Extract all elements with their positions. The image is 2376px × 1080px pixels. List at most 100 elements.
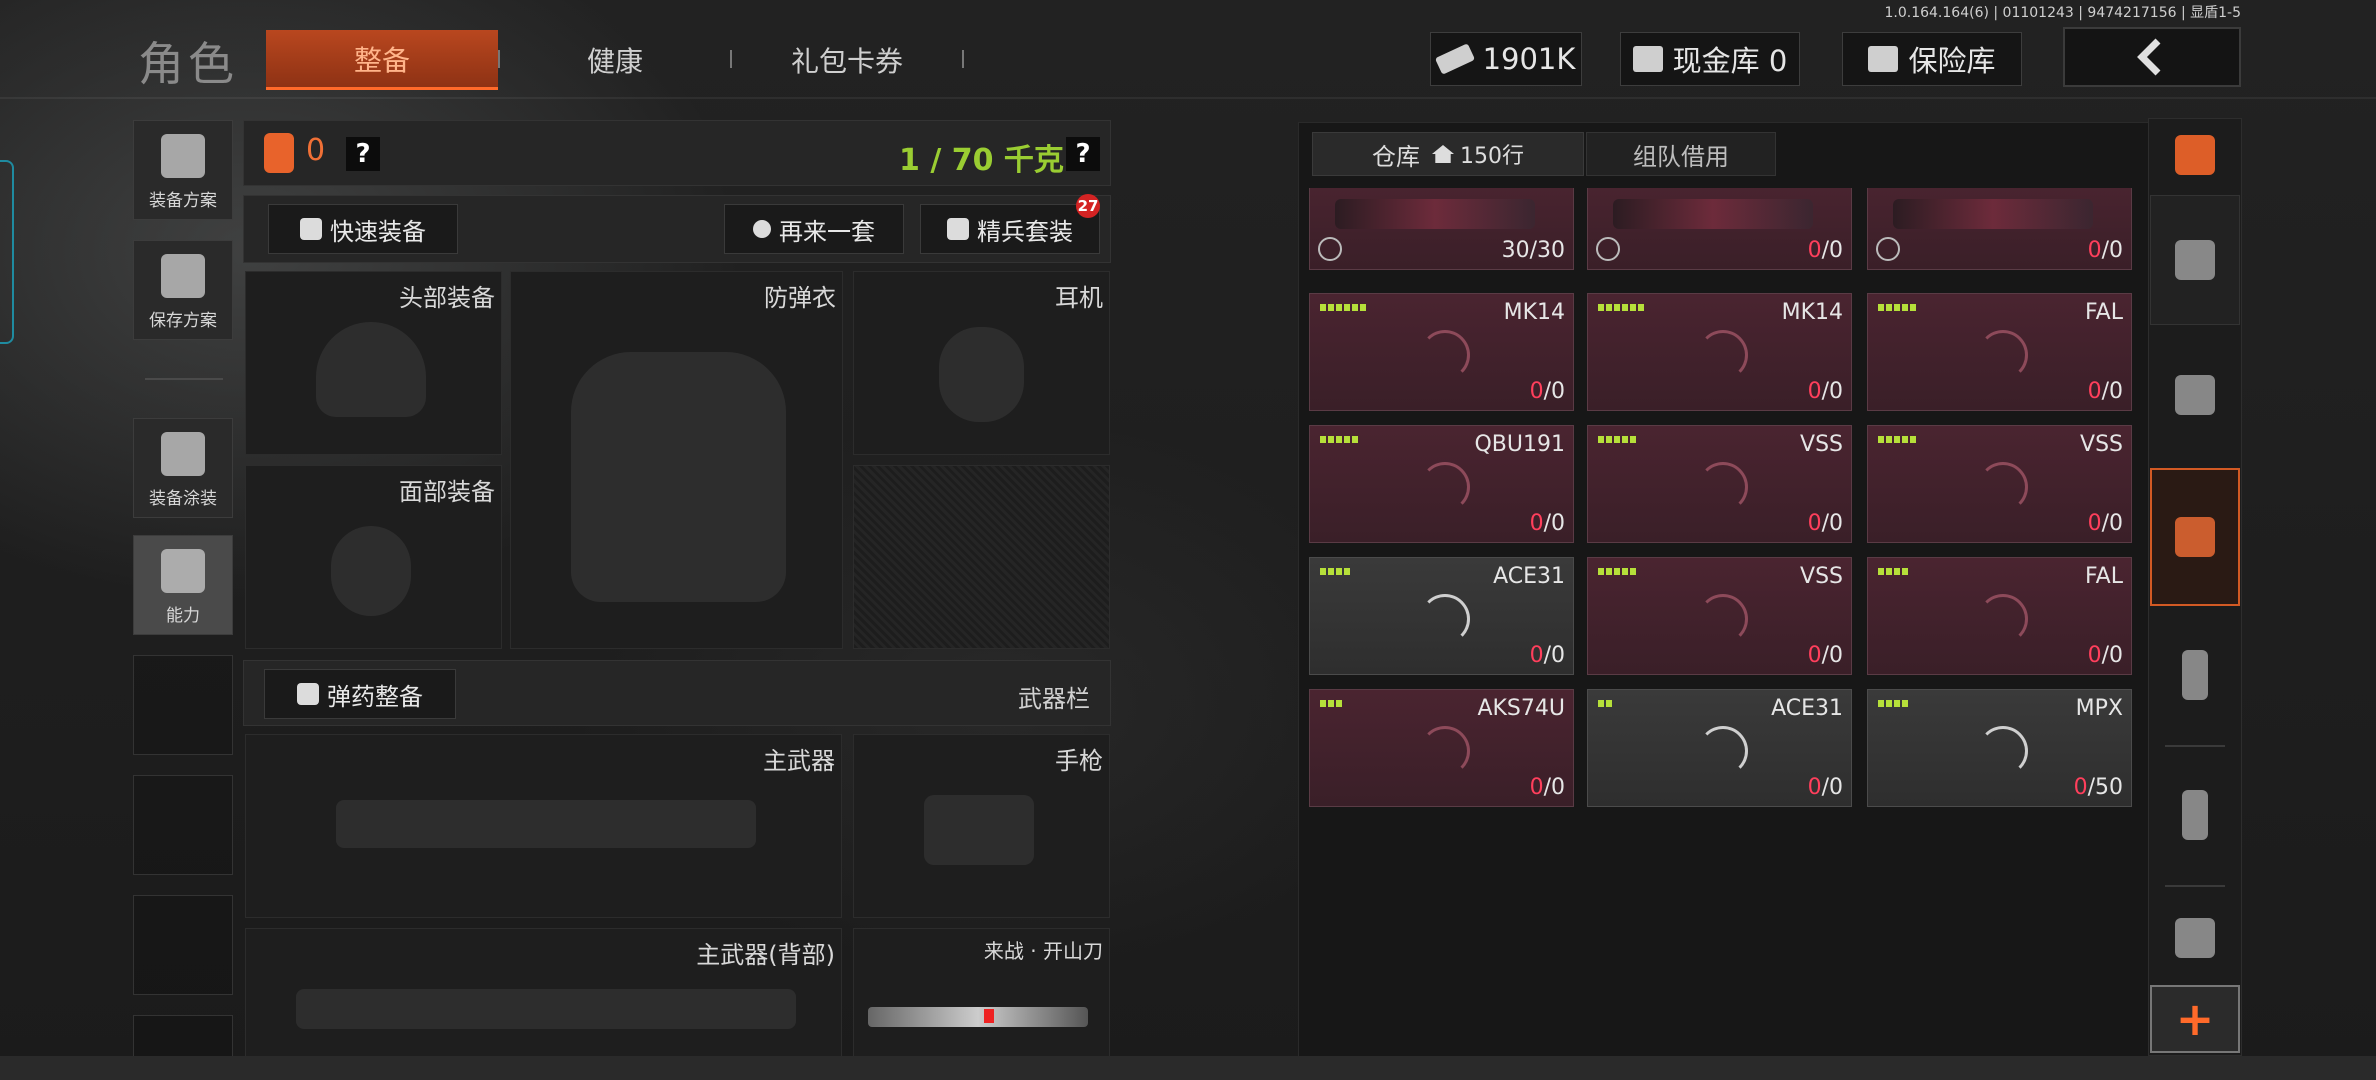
weapon-card[interactable]: AKS74U 0/0 <box>1309 689 1574 807</box>
weapon-card[interactable]: ACE31 0/0 <box>1587 689 1852 807</box>
weapon-card[interactable]: MK14 0/0 <box>1309 293 1574 411</box>
safe-vault-button[interactable]: 保险库 <box>1842 32 2022 86</box>
category-rifle[interactable] <box>2150 468 2240 606</box>
ammo-count-current: 0 <box>1529 775 1544 800</box>
weapon-card[interactable]: MPX 0/50 <box>1867 689 2132 807</box>
elite-set-badge: 27 <box>1076 194 1100 218</box>
quality-bar <box>1894 436 1900 443</box>
quality-bars <box>1598 700 1612 707</box>
weapon-card[interactable]: MK14 0/0 <box>1587 293 1852 411</box>
weapon-card[interactable]: VSS 0/0 <box>1587 425 1852 543</box>
quality-bar <box>1598 436 1604 443</box>
quality-bar <box>1886 304 1892 311</box>
category-home[interactable] <box>2150 195 2240 325</box>
another-set-button[interactable]: 再来一套 <box>724 204 904 254</box>
save-plan-button[interactable]: 保存方案 <box>133 240 233 340</box>
weapon-name: VSS <box>2080 432 2123 457</box>
quality-bar <box>1598 304 1604 311</box>
armor-slot[interactable]: 防弹衣 <box>510 271 843 649</box>
quality-bars <box>1320 436 1358 443</box>
loadout-plan-button[interactable]: 装备方案 <box>133 120 233 220</box>
category-bullet[interactable] <box>2150 750 2240 880</box>
category-stack-refresh[interactable] <box>2150 100 2240 210</box>
category-magazine[interactable] <box>2150 610 2240 740</box>
loading-spinner-icon <box>1420 330 1470 380</box>
quality-bar <box>1598 700 1604 707</box>
back-button[interactable] <box>2063 27 2241 87</box>
tab-health[interactable]: 健康 <box>500 30 730 90</box>
equipment-paint-button[interactable]: 装备涂装 <box>133 418 233 518</box>
quality-bar <box>1328 700 1334 707</box>
another-set-label: 再来一套 <box>779 217 875 246</box>
tab-team-borrow[interactable]: 组队借用 <box>1586 132 1776 176</box>
head-gear-slot[interactable]: 头部装备 <box>245 271 502 455</box>
face-gear-slot[interactable]: 面部装备 <box>245 465 502 649</box>
quality-bar <box>1638 304 1644 311</box>
currency-display[interactable]: 1901K <box>1430 32 1582 86</box>
primary-weapon-slot[interactable]: 主武器 <box>245 734 842 918</box>
help-button[interactable]: ? <box>346 137 380 171</box>
quality-bar <box>1320 304 1326 311</box>
weapon-card[interactable]: 0/0 <box>1587 188 1852 270</box>
pistol-icon <box>924 795 1034 865</box>
weight-help-button[interactable]: ? <box>1066 137 1100 171</box>
face-gear-label: 面部装备 <box>399 478 495 506</box>
ammo-count-capacity: /0 <box>1821 511 1843 536</box>
quality-bar <box>1902 568 1908 575</box>
weapon-name: MPX <box>2075 696 2123 721</box>
earphone-slot[interactable]: 耳机 <box>853 271 1110 455</box>
helmet-paint-icon <box>161 432 205 476</box>
empty-rail-slot[interactable] <box>133 895 233 995</box>
quality-bars <box>1598 568 1636 575</box>
page-title: 角色 <box>138 37 238 91</box>
primary-back-weapon-slot[interactable]: 主武器(背部) <box>245 928 842 1058</box>
melee-slot[interactable]: 来战 · 开山刀 <box>853 928 1110 1058</box>
ammo-count-current: 0 <box>1807 643 1822 668</box>
ammo-count-capacity: /0 <box>2101 511 2123 536</box>
category-helmet[interactable] <box>2150 330 2240 460</box>
header-divider <box>0 97 2376 99</box>
ammo-count-current: 0 <box>2073 775 2088 800</box>
ammo-count-capacity: /0 <box>1543 511 1565 536</box>
locked-slot <box>853 465 1110 649</box>
weapon-card[interactable]: FAL 0/0 <box>1867 557 2132 675</box>
weapon-card[interactable]: VSS 0/0 <box>1587 557 1852 675</box>
quality-bar <box>1328 304 1334 311</box>
quality-bars <box>1320 568 1350 575</box>
elite-set-button[interactable]: 精兵套装 <box>920 204 1100 254</box>
category-divider <box>2165 885 2225 887</box>
quality-bar <box>1630 304 1636 311</box>
empty-rail-slot[interactable] <box>133 1015 233 1060</box>
loading-spinner-icon <box>1698 462 1748 512</box>
weight-text: 1 / 70 千克 <box>899 143 1064 178</box>
ammo-count: 0/0 <box>1808 238 1843 263</box>
quality-bar <box>1598 568 1604 575</box>
quick-equip-button[interactable]: 快速装备 <box>268 204 458 254</box>
empty-rail-slot[interactable] <box>133 775 233 875</box>
category-scope[interactable] <box>2150 890 2240 985</box>
pistol-slot[interactable]: 手枪 <box>853 734 1110 918</box>
weapon-card[interactable]: QBU191 0/0 <box>1309 425 1574 543</box>
add-category-button[interactable]: + <box>2150 985 2240 1053</box>
quality-bar <box>1894 700 1900 707</box>
cash-vault-button[interactable]: 现金库 0 <box>1620 32 1800 86</box>
weapon-card[interactable]: ACE31 0/0 <box>1309 557 1574 675</box>
side-drawer-handle[interactable] <box>0 160 14 344</box>
ammo-count-capacity: /0 <box>2101 238 2123 263</box>
shield-icon <box>947 218 969 240</box>
weapon-card[interactable]: 0/0 <box>1867 188 2132 270</box>
ability-button[interactable]: 能力 <box>133 535 233 635</box>
ammo-count-current: 0 <box>1807 379 1822 404</box>
ammo-prep-button[interactable]: 弹药整备 <box>264 669 456 719</box>
tab-prepare[interactable]: 整备 <box>266 30 498 90</box>
tab-gift-coupons[interactable]: 礼包卡券 <box>732 30 962 90</box>
weapon-card[interactable]: VSS 0/0 <box>1867 425 2132 543</box>
tab-storage[interactable]: 仓库 150行 <box>1312 132 1584 176</box>
body-armor-icon <box>571 352 786 602</box>
quality-bar <box>1886 568 1892 575</box>
quality-bar <box>1320 700 1326 707</box>
empty-rail-slot[interactable] <box>133 655 233 755</box>
quality-bar <box>1320 568 1326 575</box>
weapon-card[interactable]: FAL 0/0 <box>1867 293 2132 411</box>
weapon-card[interactable]: 30/30 <box>1309 188 1574 270</box>
